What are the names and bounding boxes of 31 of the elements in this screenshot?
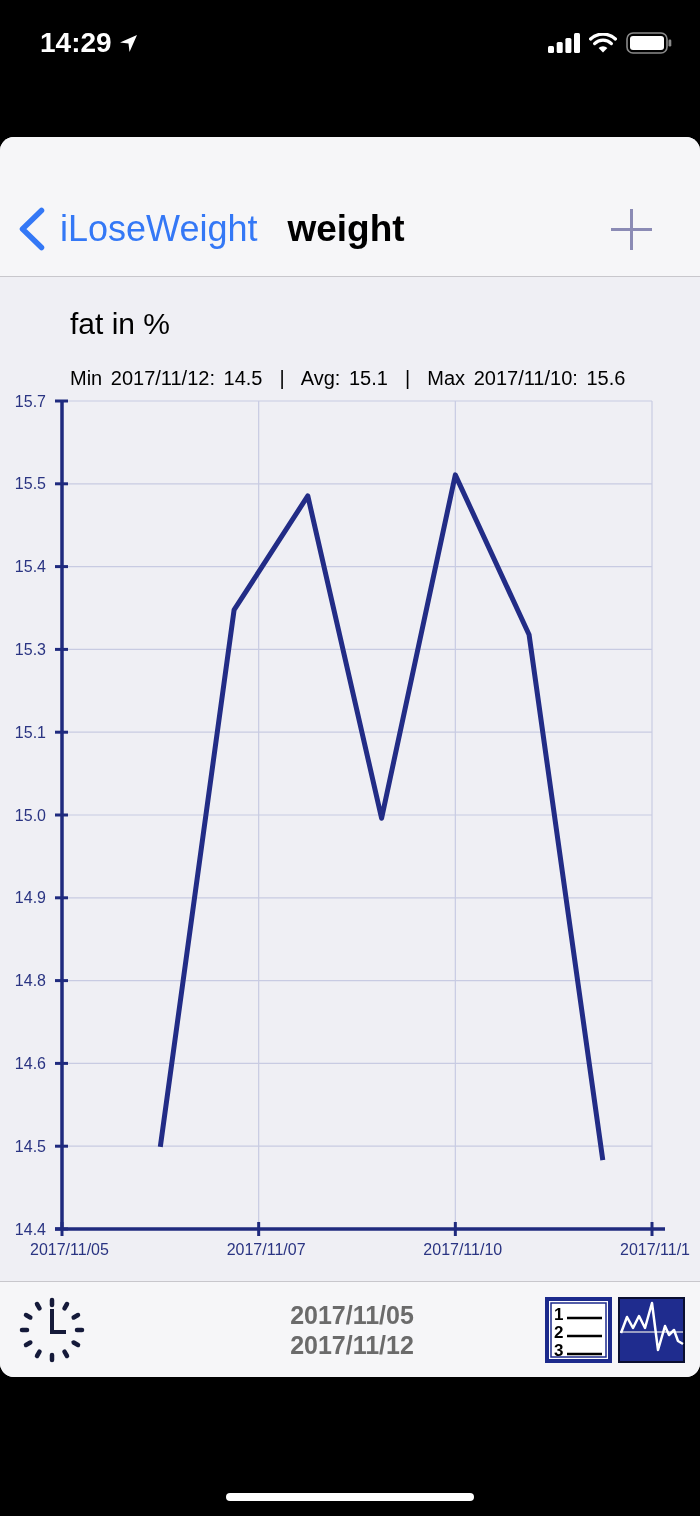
numbered-list-icon[interactable]: 1 2 3 (545, 1296, 612, 1363)
pulse-chart-icon[interactable] (618, 1296, 685, 1363)
status-time: 14:29 (40, 28, 112, 58)
y-axis-label: 15.7 (14, 392, 46, 410)
y-axis-label: 15.1 (14, 723, 46, 741)
signal-icon (548, 33, 580, 53)
y-axis-label: 14.8 (14, 972, 46, 990)
y-axis-label: 15.4 (14, 558, 46, 576)
y-axis-label: 14.5 (14, 1137, 46, 1155)
x-axis-label: 2017/11/07 (226, 1241, 306, 1258)
clock-icon[interactable] (19, 1296, 85, 1363)
y-axis-label: 15.5 (14, 475, 46, 493)
back-button[interactable]: iLoseWeight (18, 206, 258, 252)
x-axis-label: 2017/11/05 (30, 1241, 109, 1258)
y-axis-label: 15.3 (14, 640, 46, 658)
add-icon[interactable] (611, 208, 652, 250)
y-axis-label: 15.0 (14, 806, 46, 824)
y-axis-label: 14.4 (14, 1220, 46, 1238)
y-axis-label: 14.9 (14, 889, 46, 907)
wifi-icon (589, 33, 617, 53)
x-axis-label: 2017/11/10 (423, 1241, 503, 1258)
x-axis-label: 2017/11/1 (620, 1241, 690, 1258)
location-arrow-icon (118, 33, 138, 53)
y-axis-label: 14.6 (14, 1054, 46, 1072)
start-date-label: 2017/11/05 (290, 1299, 414, 1330)
chart-summary: Min 2017/11/12: 14.5 | Avg: 15.1 | Max 2017/11/10: 15.6 (70, 366, 626, 390)
end-date-label: 2017/11/12 (290, 1329, 414, 1360)
chevron-left-icon (18, 207, 45, 251)
screen-title: weight (287, 207, 405, 251)
battery-icon (626, 32, 672, 54)
chart-title: fat in % (70, 306, 171, 342)
